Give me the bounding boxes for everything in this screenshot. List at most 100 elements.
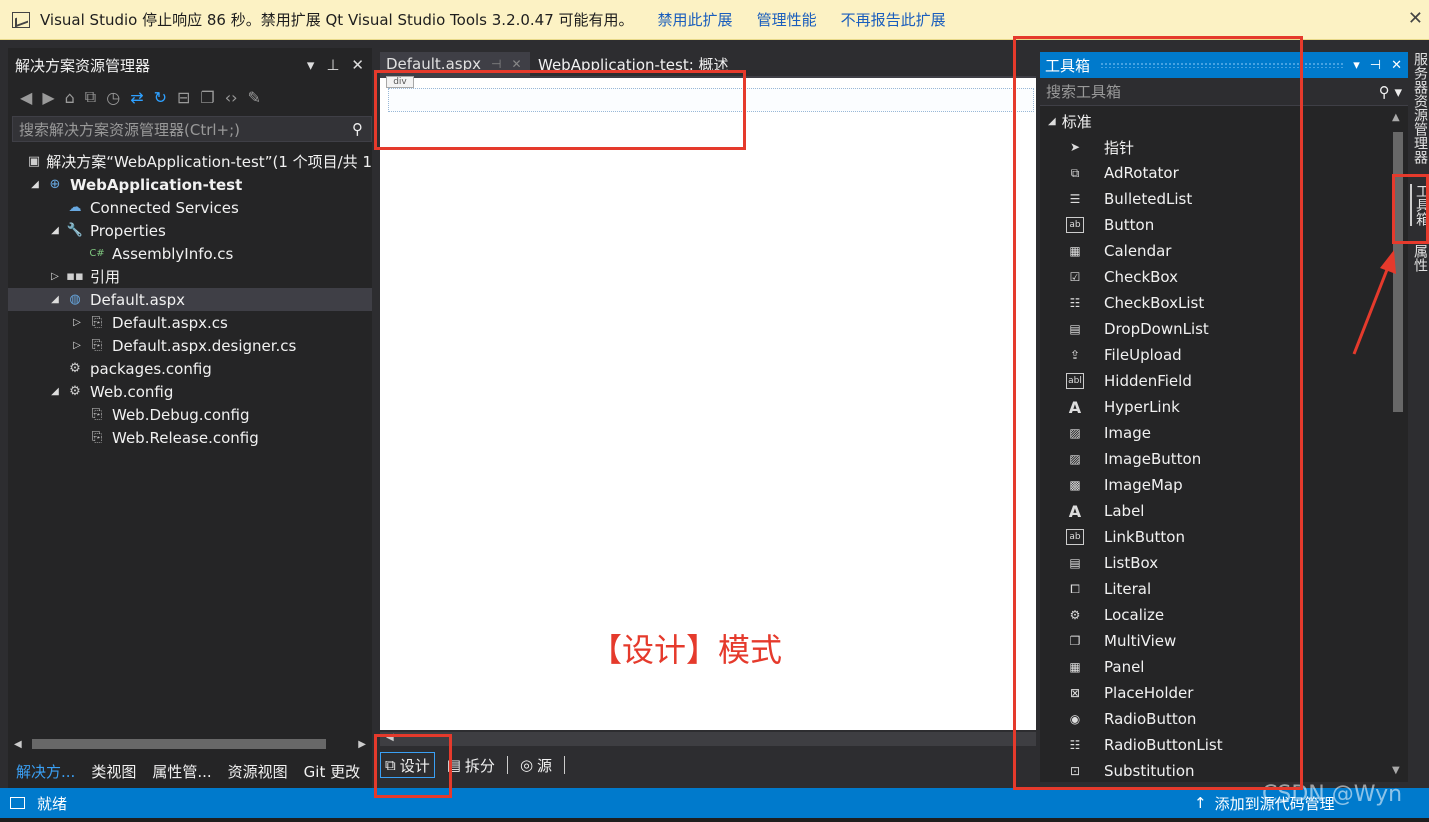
close-icon[interactable]: ✕: [1408, 8, 1423, 29]
tree-item-label: Default.aspx.designer.cs: [112, 336, 297, 355]
solution-explorer-titlebar: 解决方案资源管理器 ▾ ⊥ ✕: [8, 48, 372, 82]
solution-tree: ▣ 解决方案“WebApplication-test”(1 个项目/共 1 ◢ ⊕ We…: [8, 150, 372, 449]
performance-icon: [12, 11, 30, 28]
config-file-icon: ⚙: [69, 384, 81, 399]
tree-item-label: Properties: [90, 221, 166, 240]
scroll-up-icon[interactable]: ▲: [1392, 112, 1400, 123]
info-bar: Visual Studio 停止响应 86 秒。禁用扩展 Qt Visual S…: [0, 0, 1429, 40]
annotation-text: 【设计】模式: [590, 631, 783, 669]
up-arrow-icon: ↑: [1194, 794, 1207, 812]
tree-item-label: WebApplication-test: [70, 175, 243, 194]
tab-properties[interactable]: 属性: [1410, 244, 1429, 272]
window-position-dropdown-icon[interactable]: ▾: [1353, 58, 1360, 73]
horizontal-scrollbar[interactable]: ◀ ▶: [8, 736, 372, 752]
search-icon[interactable]: ⚲ ▾: [1379, 83, 1402, 101]
tab-source[interactable]: ◎ 源: [516, 755, 556, 776]
tree-item-label: Default.aspx.cs: [112, 313, 228, 332]
tab-server-explorer[interactable]: 服务器资源管理器: [1410, 52, 1429, 164]
taskbar-edge: [0, 818, 1429, 822]
scroll-left-icon[interactable]: ◀: [14, 739, 22, 750]
close-icon[interactable]: ✕: [351, 56, 364, 74]
window-position-dropdown-icon[interactable]: ▾: [307, 56, 315, 74]
tree-item[interactable]: ▷ ⎘ Default.aspx.designer.cs: [8, 334, 372, 357]
expand-arrow-icon[interactable]: ◢: [48, 225, 62, 236]
expand-arrow-icon[interactable]: ▷: [70, 340, 84, 351]
search-icon[interactable]: ⚲: [352, 120, 363, 138]
tree-item[interactable]: ⎘ Web.Debug.config: [8, 403, 372, 426]
tree-item[interactable]: ▷ ▪▪ 引用: [8, 265, 372, 288]
csharp-file-icon: C#: [89, 248, 105, 259]
collapse-all-icon[interactable]: ⊟: [177, 88, 190, 107]
tree-item[interactable]: ▣ 解决方案“WebApplication-test”(1 个项目/共 1: [8, 150, 372, 173]
refresh-icon[interactable]: ↻: [154, 88, 167, 107]
forward-icon[interactable]: ▶: [42, 88, 54, 107]
tree-item[interactable]: ▷ ⎘ Default.aspx.cs: [8, 311, 372, 334]
expand-arrow-icon[interactable]: ▷: [70, 317, 84, 328]
tree-item[interactable]: ◢ ◍ Default.aspx: [8, 288, 372, 311]
tree-item[interactable]: ◢ ⚙ Web.config: [8, 380, 372, 403]
config-file-icon: ⚙: [69, 361, 81, 376]
tree-item[interactable]: ⎘ Web.Release.config: [8, 426, 372, 449]
pin-icon[interactable]: ⊣: [1370, 58, 1381, 73]
tree-item[interactable]: ☁ Connected Services: [8, 196, 372, 219]
info-bar-message: Visual Studio 停止响应 86 秒。禁用扩展 Qt Visual S…: [40, 11, 634, 29]
tree-item-label: Default.aspx: [90, 290, 185, 309]
tree-item[interactable]: C# AssemblyInfo.cs: [8, 242, 372, 265]
tree-item[interactable]: ◢ 🔧 Properties: [8, 219, 372, 242]
tree-item-label: Web.config: [90, 382, 174, 401]
tab-label: 源: [537, 756, 553, 775]
tree-item-label: packages.config: [90, 359, 212, 378]
manage-performance-link[interactable]: 管理性能: [757, 9, 817, 30]
source-view-icon: ◎: [519, 756, 534, 774]
expand-arrow-icon[interactable]: ▷: [48, 271, 62, 282]
expand-arrow-icon[interactable]: ◢: [48, 294, 62, 305]
tab-label: 拆分: [464, 756, 495, 775]
solution-search-input[interactable]: 搜索解决方案资源管理器(Ctrl+;) ⚲: [12, 116, 372, 142]
tab-solution-explorer[interactable]: 解决方...: [16, 761, 75, 782]
tab-class-view[interactable]: 类视图: [91, 761, 136, 782]
tab-git-changes[interactable]: Git 更改: [304, 761, 360, 782]
expand-arrow-icon[interactable]: ◢: [48, 386, 62, 397]
references-icon: ▪▪: [66, 269, 84, 284]
pin-icon[interactable]: ⊣: [491, 57, 501, 71]
expand-arrow-icon[interactable]: ◢: [28, 179, 42, 190]
pending-changes-filter-icon[interactable]: ◷: [106, 88, 120, 107]
tab-property-manager[interactable]: 属性管...: [152, 761, 211, 782]
wrench-icon: 🔧: [66, 223, 84, 238]
connected-services-icon: ☁: [68, 200, 82, 215]
tree-item[interactable]: ◢ ⊕ WebApplication-test: [8, 173, 372, 196]
close-tab-icon[interactable]: ✕: [511, 57, 521, 71]
annotation-arrow-icon: [1352, 250, 1396, 355]
switch-views-icon[interactable]: ⧉: [85, 87, 96, 107]
tree-item[interactable]: ⚙ packages.config: [8, 357, 372, 380]
solution-explorer-tabs: 解决方... 类视图 属性管... 资源视图 Git 更改: [8, 756, 360, 786]
disable-extension-link[interactable]: 禁用此扩展: [658, 9, 733, 30]
properties-wrench-icon[interactable]: ✎: [248, 88, 261, 107]
design-horizontal-scrollbar[interactable]: ◀: [380, 732, 1036, 746]
tree-item-label: Connected Services: [90, 198, 239, 217]
side-tab-strip: 服务器资源管理器 工具箱 属性: [1408, 48, 1429, 788]
close-icon[interactable]: ✕: [1391, 58, 1402, 73]
aspx-file-icon: ◍: [69, 292, 81, 307]
annotation-box-toolbox-tab: [1392, 174, 1429, 244]
view-code-icon[interactable]: ‹›: [225, 88, 238, 107]
status-bar: 就绪 ↑ 添加到源代码管理: [0, 788, 1429, 818]
back-icon[interactable]: ◀: [20, 88, 32, 107]
config-transform-icon: ⎘: [91, 430, 103, 445]
scroll-right-icon[interactable]: ▶: [358, 739, 366, 750]
sync-icon[interactable]: ⇄: [130, 88, 143, 107]
scrollbar-thumb[interactable]: [31, 739, 326, 749]
search-placeholder: 搜索解决方案资源管理器(Ctrl+;): [19, 120, 241, 139]
status-text: 就绪: [37, 794, 68, 813]
panel-title: 解决方案资源管理器: [15, 56, 151, 75]
pin-icon[interactable]: ⊥: [326, 56, 339, 74]
scroll-down-icon[interactable]: ▼: [1392, 765, 1400, 776]
solution-icon: ▣: [27, 154, 41, 169]
home-icon[interactable]: ⌂: [65, 88, 75, 107]
copy-icon[interactable]: ❐: [200, 88, 214, 107]
separator: [506, 756, 508, 774]
dont-report-link[interactable]: 不再报告此扩展: [841, 9, 946, 30]
annotation-box-toolbox: [1013, 36, 1303, 790]
tab-resource-view[interactable]: 资源视图: [228, 761, 288, 782]
web-project-icon: ⊕: [49, 177, 61, 192]
